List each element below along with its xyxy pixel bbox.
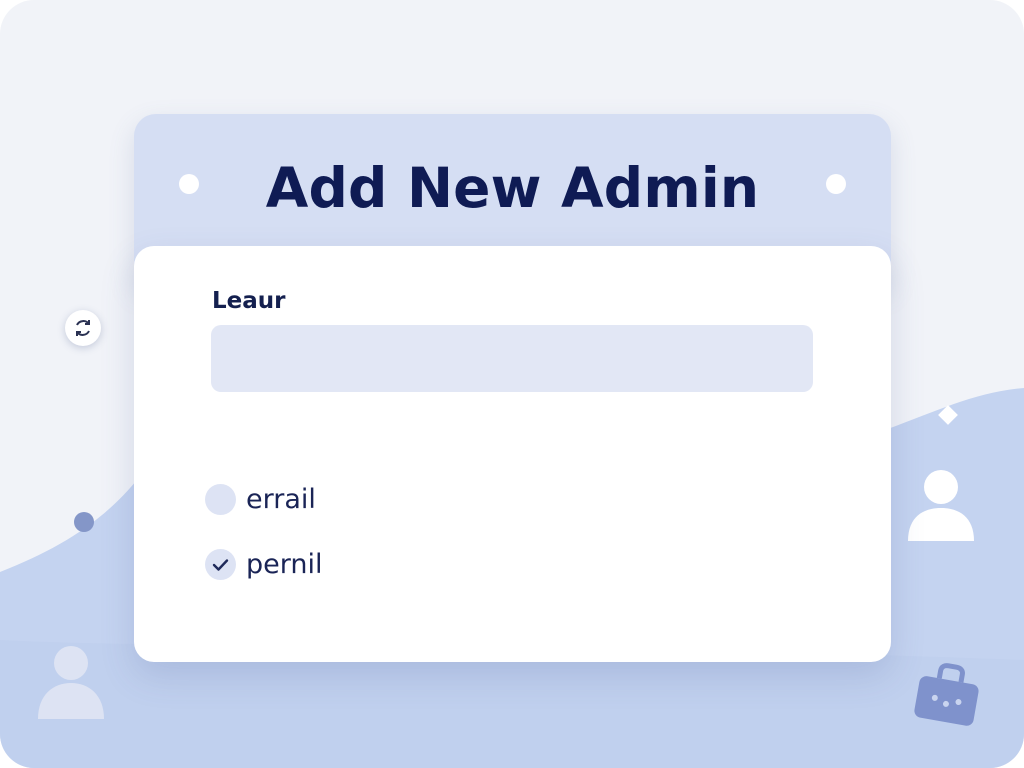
admin-field-input[interactable] bbox=[211, 325, 813, 392]
decorative-dot bbox=[74, 512, 94, 532]
checkmark-icon bbox=[212, 559, 229, 571]
option-label-pernil[interactable]: pernil bbox=[246, 547, 323, 583]
option-label-errail[interactable]: errail bbox=[246, 482, 316, 518]
radio-option-errail[interactable] bbox=[205, 484, 236, 515]
refresh-button[interactable] bbox=[65, 310, 101, 346]
user-icon bbox=[908, 470, 974, 541]
app-frame: Add New Admin Leaur errail pernil bbox=[0, 0, 1024, 768]
briefcase-icon bbox=[914, 663, 979, 726]
user-icon bbox=[38, 646, 104, 719]
radio-option-pernil[interactable] bbox=[205, 549, 236, 580]
refresh-icon bbox=[76, 320, 90, 336]
field-label: Leaur bbox=[212, 288, 286, 314]
dialog-title: Add New Admin bbox=[265, 156, 760, 220]
decorative-diamond bbox=[938, 405, 958, 425]
